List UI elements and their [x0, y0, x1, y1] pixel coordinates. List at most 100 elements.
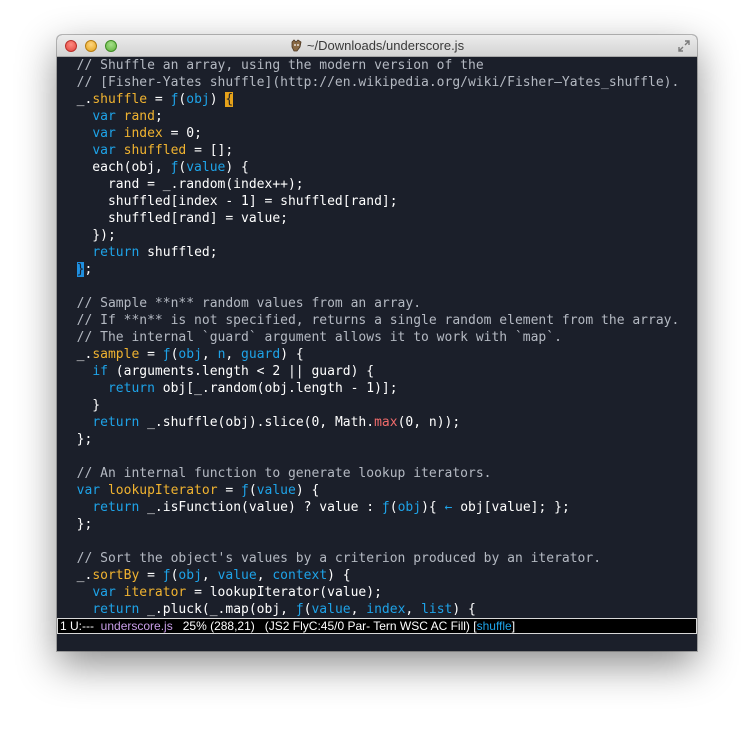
modeline-buffer-name: underscore.js — [100, 619, 173, 633]
code-line: }); — [57, 227, 697, 244]
code-token: obj[_.random(obj.length - 1)]; — [154, 381, 398, 396]
code-line: } — [57, 397, 697, 414]
code-line: var rand; — [57, 108, 697, 125]
code-token: list — [421, 602, 453, 617]
code-token: = — [139, 347, 163, 362]
code-token: { — [225, 92, 234, 107]
code-token: }; — [61, 517, 93, 532]
code-token: var — [92, 585, 116, 600]
code-token: ){ — [421, 500, 445, 515]
modeline-position: 25% (288,21) (JS2 FlyC:45/0 Par- Tern WS… — [172, 619, 477, 633]
code-token: obj — [178, 568, 202, 583]
code-token: return — [107, 381, 155, 396]
code-line: shuffled[rand] = value; — [57, 210, 697, 227]
code-line: return obj[_.random(obj.length - 1)]; — [57, 380, 697, 397]
code-line: return _.pluck(_.map(obj, ƒ(value, index… — [57, 601, 697, 617]
code-token: }); — [61, 228, 116, 243]
code-line: var index = 0; — [57, 125, 697, 142]
code-token: // An internal function to generate look… — [61, 466, 492, 481]
code-token: // The internal `guard` argument allows … — [61, 330, 562, 345]
code-line: // An internal function to generate look… — [57, 465, 697, 482]
code-token: , — [201, 347, 218, 362]
code-token: ; — [154, 109, 163, 124]
code-token: var — [92, 143, 116, 158]
code-token: ( — [248, 483, 257, 498]
code-token: shuffled — [123, 143, 187, 158]
code-token: value — [311, 602, 351, 617]
code-token: index — [123, 126, 163, 141]
code-token: ƒ — [162, 347, 171, 362]
mode-line: 1 U:--- underscore.js 25% (288,21) (JS2 … — [57, 618, 697, 634]
modeline-suffix: ] — [511, 619, 516, 633]
code-line: }; — [57, 261, 697, 278]
code-token: = — [217, 483, 242, 498]
code-token: = 0; — [162, 126, 202, 141]
code-line: var lookupIterator = ƒ(value) { — [57, 482, 697, 499]
code-line: return _.isFunction(value) ? value : ƒ(o… — [57, 499, 697, 516]
code-token: return — [92, 245, 140, 260]
code-editor[interactable]: // Shuffle an array, using the modern ve… — [57, 57, 697, 617]
code-line: // If **n** is not specified, returns a … — [57, 312, 697, 329]
window-title-text: ~/Downloads/underscore.js — [306, 38, 465, 53]
code-token: iterator — [123, 585, 187, 600]
code-token: obj — [397, 500, 422, 515]
code-token: obj[value]; }; — [452, 500, 570, 515]
code-line: var shuffled = []; — [57, 142, 697, 159]
code-token: return — [92, 602, 140, 617]
code-token: (0, n)); — [397, 415, 461, 430]
code-token: _. — [61, 347, 93, 362]
code-line: // Sample **n** random values from an ar… — [57, 295, 697, 312]
title-bar[interactable]: ~/Downloads/underscore.js — [57, 35, 697, 57]
code-line: // Sort the object's values by a criteri… — [57, 550, 697, 567]
code-token: shuffled; — [139, 245, 218, 260]
code-token: ) { — [280, 347, 304, 362]
code-token: _.isFunction(value) ? value : — [139, 500, 382, 515]
code-token: _.shuffle(obj).slice(0, Math. — [139, 415, 375, 430]
code-token: ƒ — [162, 568, 171, 583]
code-line: _.shuffle = ƒ(obj) { — [57, 91, 697, 108]
code-token: (arguments.length < 2 || guard) { — [107, 364, 375, 379]
code-token: = []; — [186, 143, 234, 158]
fullscreen-icon[interactable] — [677, 39, 691, 53]
code-token: _.pluck(_.map(obj, — [139, 602, 296, 617]
code-token: rand = _.random(index++); — [61, 177, 304, 192]
code-token: ) { — [327, 568, 351, 583]
code-token: each(obj, — [61, 160, 171, 175]
window-title: ~/Downloads/underscore.js — [57, 38, 697, 53]
code-token: return — [92, 500, 140, 515]
code-token: ) { — [452, 602, 476, 617]
code-token: // Sample **n** random values from an ar… — [61, 296, 422, 311]
code-token: shuffled[rand] = value; — [61, 211, 288, 226]
code-token: ƒ — [381, 500, 390, 515]
code-token: value — [186, 160, 226, 175]
code-token: = lookupIterator(value); — [186, 585, 382, 600]
code-line: var iterator = lookupIterator(value); — [57, 584, 697, 601]
code-token: ) { — [225, 160, 249, 175]
code-token: value — [256, 483, 296, 498]
code-token: }; — [61, 432, 93, 447]
code-token: rand — [123, 109, 155, 124]
code-token: return — [92, 415, 140, 430]
code-token: value — [217, 568, 257, 583]
code-token: sample — [92, 347, 140, 362]
code-token: shuffle — [92, 92, 148, 107]
code-token: obj — [178, 347, 202, 362]
code-token: _. — [61, 92, 93, 107]
code-token: var — [92, 109, 116, 124]
code-token: ) — [209, 92, 226, 107]
code-token: ( — [389, 500, 398, 515]
code-line: _.sortBy = ƒ(obj, value, context) { — [57, 567, 697, 584]
code-token: } — [61, 398, 101, 413]
modeline-current-function: shuffle — [476, 619, 512, 633]
